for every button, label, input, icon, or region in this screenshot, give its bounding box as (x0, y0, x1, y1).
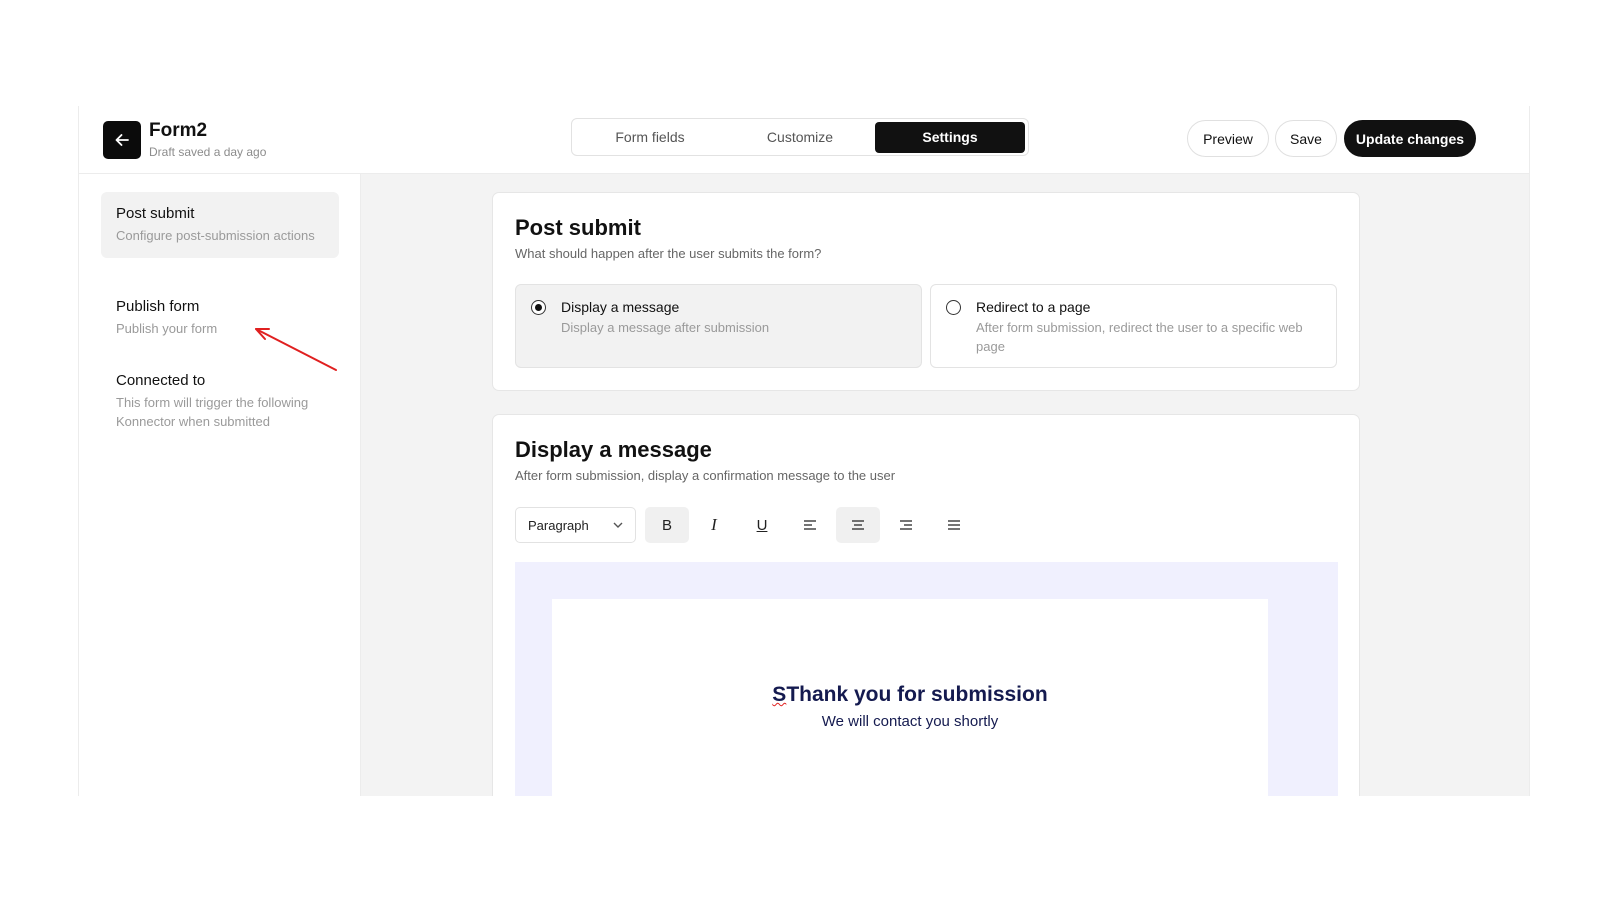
tab-settings[interactable]: Settings (875, 121, 1025, 153)
top-header: Form2 Draft saved a day ago Form fields … (79, 106, 1529, 174)
align-left-button[interactable] (788, 507, 832, 543)
save-button[interactable]: Save (1275, 120, 1337, 157)
annotation-arrow-icon (255, 328, 337, 371)
preview-button[interactable]: Preview (1187, 120, 1269, 157)
chevron-down-icon (613, 522, 623, 528)
display-message-card: Display a message After form submission,… (492, 414, 1360, 796)
align-justify-button[interactable] (932, 507, 976, 543)
align-right-icon (900, 520, 912, 530)
italic-icon: I (711, 515, 717, 534)
underline-button[interactable]: U (740, 507, 784, 543)
save-status: Draft saved a day ago (149, 145, 267, 159)
bold-icon: B (661, 516, 672, 534)
align-right-button[interactable] (884, 507, 928, 543)
arrow-left-icon (115, 134, 129, 146)
italic-button[interactable]: I (692, 507, 736, 543)
option-title: Display a message (561, 299, 680, 315)
card-description: What should happen after the user submit… (515, 246, 822, 261)
update-changes-button[interactable]: Update changes (1344, 120, 1476, 157)
message-heading-text: Thank you for submission (786, 683, 1048, 706)
settings-sidebar: Post submit Configure post-submission ac… (79, 174, 361, 796)
message-editor-area: SThank you for submission We will contac… (515, 562, 1338, 796)
block-type-value: Paragraph (528, 517, 589, 533)
message-heading[interactable]: SThank you for submission (552, 683, 1268, 707)
form-editor-window: Form2 Draft saved a day ago Form fields … (78, 106, 1530, 796)
radio-selected[interactable] (531, 300, 546, 315)
option-title: Redirect to a page (976, 299, 1091, 315)
block-type-select[interactable]: Paragraph (515, 507, 636, 543)
form-title: Form2 (149, 120, 208, 141)
radio-unselected[interactable] (946, 300, 961, 315)
message-editor-page[interactable]: SThank you for submission We will contac… (552, 599, 1268, 796)
underline-icon: U (756, 516, 768, 534)
card-title: Post submit (515, 215, 641, 240)
post-submit-card: Post submit What should happen after the… (492, 192, 1360, 391)
tab-form-fields[interactable]: Form fields (575, 122, 725, 153)
card-title: Display a message (515, 437, 712, 462)
typo-text: S (772, 683, 787, 706)
bold-button[interactable]: B (645, 507, 689, 543)
align-justify-icon (948, 520, 960, 530)
align-center-button[interactable] (836, 507, 880, 543)
option-desc: Display a message after submission (561, 320, 770, 335)
align-left-icon (804, 520, 816, 530)
align-center-icon (852, 520, 864, 530)
view-tabs: Form fields Customize Settings (571, 118, 1029, 156)
tab-customize[interactable]: Customize (725, 122, 875, 153)
option-display-message[interactable]: Display a message Display a message afte… (515, 284, 922, 368)
option-redirect-page[interactable]: Redirect to a page After form submission… (930, 284, 1337, 368)
message-subheading[interactable]: We will contact you shortly (552, 713, 1268, 730)
card-description: After form submission, display a confirm… (515, 468, 896, 483)
settings-content: Post submit What should happen after the… (361, 174, 1529, 796)
option-desc: After form submission, redirect the user… (976, 320, 1303, 354)
back-button[interactable] (103, 121, 141, 159)
